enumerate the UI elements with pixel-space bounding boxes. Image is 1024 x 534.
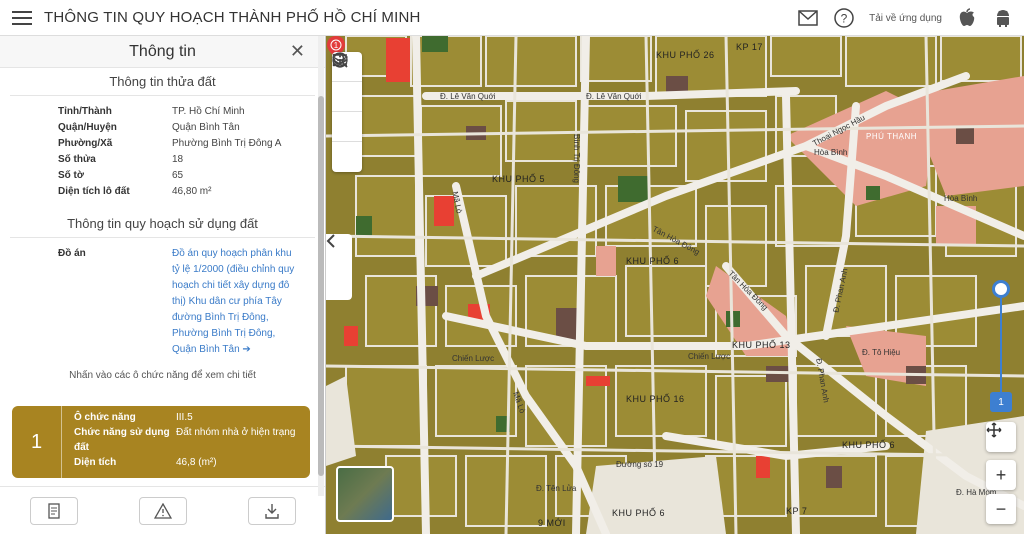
map-area-label: KHU PHỐ 5 bbox=[492, 174, 546, 184]
map-area-label: KHU PHỐ 13 bbox=[732, 340, 791, 350]
crosshair-icon bbox=[986, 422, 1002, 438]
project-key: Đồ án bbox=[58, 248, 86, 259]
function-key: Chức năng sử dụng đất bbox=[74, 427, 170, 453]
street-label: Đ. Lê Văn Quới bbox=[586, 92, 642, 101]
top-right-toolbar: ? Tải về ứng dụng bbox=[797, 0, 1014, 36]
function-row: Chức năng sử dụng đất Đất nhóm nhà ở hiện… bbox=[74, 425, 306, 455]
map-area-label: KHU PHỐ 6 bbox=[612, 508, 666, 518]
map-area-label: KHU PHỐ 26 bbox=[656, 50, 715, 60]
satellite-minimap[interactable] bbox=[336, 466, 394, 522]
info-value: 18 bbox=[172, 154, 184, 165]
chevron-left-icon bbox=[326, 234, 335, 248]
planning-map[interactable]: KHU PHỐ 26 KP 17 KHU PHỐ 5 KHU PHỐ 6 KHU… bbox=[326, 36, 1024, 534]
locate-button[interactable] bbox=[986, 422, 1016, 452]
zoom-out-button[interactable]: − bbox=[986, 494, 1016, 524]
top-bar: THÔNG TIN QUY HOẠCH THÀNH PHỐ HỒ CHÍ MIN… bbox=[0, 0, 1024, 36]
map-area-label: KHU PHỐ 6 bbox=[842, 440, 896, 450]
info-key: Diện tích lô đất bbox=[58, 186, 130, 197]
info-key: Số thửa bbox=[58, 154, 96, 165]
street-label: Đ. Tên Lửa bbox=[536, 484, 577, 493]
function-value: 46,8 (m²) bbox=[176, 457, 217, 468]
close-icon[interactable]: ✕ bbox=[290, 42, 305, 60]
collapse-panel-button[interactable] bbox=[326, 234, 352, 300]
land-info-row: Diện tích lô đất 46,80 m² bbox=[58, 184, 325, 200]
info-icon[interactable] bbox=[332, 52, 362, 172]
help-icon[interactable]: ? bbox=[833, 7, 855, 29]
function-cell-number: 1 bbox=[12, 406, 62, 478]
street-label: Hòa Bình bbox=[814, 148, 848, 157]
planning-section-title: Thông tin quy hoạch sử dụng đất bbox=[10, 210, 315, 238]
project-row: Đồ án Đồ án quy hoạch phân khu tỷ lệ 1/2… bbox=[58, 246, 325, 358]
map-area-label: 9 MỚI bbox=[538, 518, 566, 528]
planning-info-table: Đồ án Đồ án quy hoạch phân khu tỷ lệ 1/2… bbox=[58, 246, 325, 358]
function-value: III.5 bbox=[176, 412, 193, 423]
land-info-table: Tỉnh/Thành TP. Hồ Chí Minh Quận/Huyện Quận… bbox=[58, 104, 325, 200]
land-info-row: Phường/Xã Phường Bình Trị Đông A bbox=[58, 136, 325, 152]
street-label: Bình Trị Đông bbox=[571, 134, 581, 183]
panel-title: Thông tin bbox=[129, 42, 196, 60]
panel-scrollbar[interactable] bbox=[318, 36, 324, 496]
info-value: 46,80 m² bbox=[172, 186, 212, 197]
map-area-label: KP 7 bbox=[786, 506, 808, 516]
street-label: Đ. Lê Văn Quới bbox=[440, 92, 496, 101]
download-app-label[interactable]: Tải về ứng dụng bbox=[869, 13, 942, 24]
download-button[interactable] bbox=[247, 496, 296, 525]
zoom-level-badge: 1 bbox=[990, 392, 1012, 412]
download-icon bbox=[264, 503, 279, 519]
function-row: Ô chức năng III.5 bbox=[74, 410, 306, 425]
map-area-label: PHÚ THẠNH bbox=[866, 132, 918, 141]
info-value: 65 bbox=[172, 170, 184, 181]
map-canvas bbox=[326, 36, 1024, 534]
project-link[interactable]: Đồ án quy hoạch phân khu tỷ lệ 1/2000 (đ… bbox=[172, 246, 300, 358]
svg-text:1: 1 bbox=[334, 41, 339, 50]
map-area-label: KHU PHỐ 16 bbox=[626, 394, 685, 404]
zoom-in-button[interactable]: + bbox=[986, 460, 1016, 490]
street-label: Đ. Tô Hiệu bbox=[862, 348, 901, 357]
document-button[interactable] bbox=[30, 496, 79, 525]
land-info-row: Số thửa 18 bbox=[58, 152, 325, 168]
svg-text:?: ? bbox=[841, 12, 848, 26]
layers-icon[interactable] bbox=[332, 52, 362, 112]
hint-text: Nhấn vào các ô chức năng để xem chi tiết bbox=[69, 370, 256, 381]
panel-footer bbox=[0, 486, 325, 534]
zoom-slider-handle[interactable] bbox=[992, 280, 1010, 298]
zoom-track[interactable] bbox=[1000, 292, 1002, 392]
land-info-row: Số tờ 65 bbox=[58, 168, 325, 184]
warning-button[interactable] bbox=[138, 496, 187, 525]
function-value: Đất nhóm nhà ở hiện trạng bbox=[176, 427, 296, 438]
function-cell-box[interactable]: 1 Ô chức năng III.5 Chức năng sử dụng đất… bbox=[12, 406, 310, 478]
map-area-label: KHU PHỐ 6 bbox=[626, 256, 680, 266]
app-title: THÔNG TIN QUY HOẠCH THÀNH PHỐ HỒ CHÍ MIN… bbox=[44, 9, 421, 26]
info-value: TP. Hồ Chí Minh bbox=[172, 106, 245, 117]
info-value: Phường Bình Trị Đông A bbox=[172, 138, 282, 149]
function-cell-rows: Ô chức năng III.5 Chức năng sử dụng đất Đấ… bbox=[74, 410, 306, 470]
mail-icon[interactable] bbox=[797, 7, 819, 29]
map-toolbar bbox=[332, 52, 362, 172]
street-label: Chiến Lược bbox=[688, 352, 731, 361]
document-icon bbox=[48, 502, 60, 519]
street-label: Chiến Lược bbox=[452, 354, 495, 363]
function-key: Ô chức năng bbox=[74, 412, 136, 423]
info-panel: Thông tin ✕ Thông tin thửa đất Tỉnh/Thàn… bbox=[0, 36, 326, 534]
land-info-row: Tỉnh/Thành TP. Hồ Chí Minh bbox=[58, 104, 325, 120]
scrollbar-thumb[interactable] bbox=[318, 96, 324, 476]
land-info-row: Quận/Huyện Quận Bình Tân bbox=[58, 120, 325, 136]
street-label: Đường số 19 bbox=[616, 460, 664, 469]
apple-icon[interactable] bbox=[956, 7, 978, 29]
land-section-title: Thông tin thửa đất bbox=[10, 68, 315, 96]
info-key: Số tờ bbox=[58, 170, 84, 181]
warning-icon bbox=[153, 502, 172, 519]
info-key: Phường/Xã bbox=[58, 138, 113, 149]
map-area-label: KP 17 bbox=[736, 42, 763, 52]
list-icon[interactable] bbox=[332, 53, 362, 142]
info-key: Quận/Huyện bbox=[58, 122, 117, 133]
function-key: Diện tích bbox=[74, 457, 117, 468]
info-value: Quận Bình Tân bbox=[172, 122, 240, 133]
panel-header: Thông tin ✕ bbox=[0, 36, 325, 68]
function-row: Diện tích 46,8 (m²) bbox=[74, 455, 306, 470]
android-icon[interactable] bbox=[992, 7, 1014, 29]
street-label: Hòa Bình bbox=[944, 194, 978, 203]
info-key: Tỉnh/Thành bbox=[58, 106, 112, 117]
menu-icon[interactable] bbox=[12, 10, 32, 25]
